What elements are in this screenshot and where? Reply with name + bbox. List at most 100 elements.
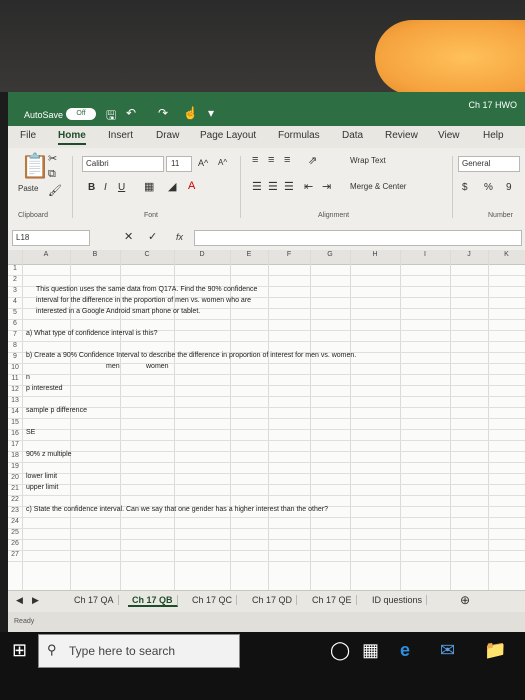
cell-women-header[interactable]: women xyxy=(146,363,169,370)
sheet-tab-id-questions[interactable]: ID questions xyxy=(368,595,428,605)
tab-draw[interactable]: Draw xyxy=(156,130,179,141)
column-header-i[interactable]: I xyxy=(400,251,450,258)
redo-icon[interactable]: ↷ xyxy=(158,106,168,120)
touch-mode-icon[interactable]: ☝ xyxy=(183,106,198,120)
sheet-tab-ch17qb[interactable]: Ch 17 QB xyxy=(128,595,178,607)
font-size-select[interactable]: 11 xyxy=(166,156,192,172)
currency-button[interactable]: $ xyxy=(462,182,468,193)
align-middle-icon[interactable]: ≡ xyxy=(268,154,274,166)
row-header-1[interactable]: 1 xyxy=(8,265,22,272)
worksheet-grid[interactable]: ABCDEFGHIJK 1 2 3 4 5 6 7 8 9 10 11 12 13 14 15 16 17 18 1… xyxy=(8,250,525,590)
sheet-tab-ch17qa[interactable]: Ch 17 QA xyxy=(70,595,119,605)
row-header-23[interactable]: 23 xyxy=(8,507,22,514)
autosave-toggle[interactable]: Off xyxy=(66,108,96,120)
copy-icon[interactable]: ⧉ xyxy=(48,168,56,181)
row-header-22[interactable]: 22 xyxy=(8,496,22,503)
merge-center-button[interactable]: Merge & Center xyxy=(350,182,406,191)
tab-formulas[interactable]: Formulas xyxy=(278,130,320,141)
tab-review[interactable]: Review xyxy=(385,130,418,141)
paste-icon[interactable]: 📋 xyxy=(20,152,50,181)
comma-button[interactable]: 9 xyxy=(506,182,512,193)
align-bottom-icon[interactable]: ≡ xyxy=(284,154,290,166)
increase-font-size-button[interactable]: A^ xyxy=(198,158,208,168)
mail-icon[interactable]: ✉ xyxy=(440,640,455,661)
bold-button[interactable]: B xyxy=(88,182,95,193)
row-header-11[interactable]: 11 xyxy=(8,375,22,382)
row-header-18[interactable]: 18 xyxy=(8,452,22,459)
column-header-b[interactable]: B xyxy=(70,251,120,258)
scroll-left-icon[interactable]: ◀ xyxy=(16,595,23,606)
column-header-a[interactable]: A xyxy=(22,251,70,258)
column-header-j[interactable]: J xyxy=(450,251,488,258)
tab-help[interactable]: Help xyxy=(483,130,504,141)
enter-icon[interactable]: ✓ xyxy=(148,230,157,243)
quick-access-dropdown-icon[interactable]: ▾ xyxy=(208,106,214,120)
name-box[interactable]: L18 xyxy=(12,230,90,246)
tab-page-layout[interactable]: Page Layout xyxy=(200,130,256,141)
formula-input[interactable] xyxy=(194,230,522,246)
cell-se[interactable]: SE xyxy=(26,429,35,436)
row-header-6[interactable]: 6 xyxy=(8,320,22,327)
row-header-13[interactable]: 13 xyxy=(8,397,22,404)
wrap-text-button[interactable]: Wrap Text xyxy=(350,156,386,165)
column-header-f[interactable]: F xyxy=(268,251,310,258)
row-header-26[interactable]: 26 xyxy=(8,540,22,547)
sheet-tab-ch17qe[interactable]: Ch 17 QE xyxy=(308,595,357,605)
windows-start-icon[interactable]: ⊞ xyxy=(12,640,27,661)
row-header-5[interactable]: 5 xyxy=(8,309,22,316)
orientation-icon[interactable]: ⇗ xyxy=(308,154,317,167)
format-painter-icon[interactable]: 🖌 xyxy=(48,184,62,197)
row-header-12[interactable]: 12 xyxy=(8,386,22,393)
italic-button[interactable]: I xyxy=(104,182,107,193)
percent-button[interactable]: % xyxy=(484,182,493,193)
cell-part-a[interactable]: a) What type of confidence interval is t… xyxy=(26,330,158,337)
row-header-7[interactable]: 7 xyxy=(8,331,22,338)
tab-data[interactable]: Data xyxy=(342,130,363,141)
column-header-d[interactable]: D xyxy=(174,251,230,258)
decrease-indent-icon[interactable]: ⇤ xyxy=(304,180,313,193)
row-header-9[interactable]: 9 xyxy=(8,353,22,360)
cortana-icon[interactable]: ◯ xyxy=(330,640,350,661)
row-header-21[interactable]: 21 xyxy=(8,485,22,492)
file-explorer-icon[interactable]: 📁 xyxy=(484,640,506,661)
column-header-g[interactable]: G xyxy=(310,251,350,258)
add-sheet-icon[interactable]: ⊕ xyxy=(460,593,470,607)
paste-label[interactable]: Paste xyxy=(18,184,38,193)
sheet-tab-ch17qc[interactable]: Ch 17 QC xyxy=(188,595,238,605)
row-header-19[interactable]: 19 xyxy=(8,463,22,470)
tab-file[interactable]: File xyxy=(20,130,36,141)
row-header-20[interactable]: 20 xyxy=(8,474,22,481)
decrease-font-size-button[interactable]: A^ xyxy=(218,158,227,167)
insert-function-button[interactable]: fx xyxy=(176,232,183,242)
cell-p-interested[interactable]: p interested xyxy=(26,385,63,392)
cell-question-line-1[interactable]: This question uses the same data from Q1… xyxy=(36,286,257,293)
cell-upper-limit[interactable]: upper limit xyxy=(26,484,58,491)
cell-z-multiple[interactable]: 90% z multiple xyxy=(26,451,72,458)
row-header-27[interactable]: 27 xyxy=(8,551,22,558)
column-header-e[interactable]: E xyxy=(230,251,268,258)
underline-button[interactable]: U xyxy=(118,182,125,193)
column-header-c[interactable]: C xyxy=(120,251,174,258)
row-header-10[interactable]: 10 xyxy=(8,364,22,371)
cell-part-c[interactable]: c) State the confidence interval. Can we… xyxy=(26,506,328,513)
column-header-h[interactable]: H xyxy=(350,251,400,258)
cell-men-header[interactable]: men xyxy=(106,363,120,370)
edge-browser-icon[interactable]: e xyxy=(400,640,410,661)
cancel-icon[interactable]: ✕ xyxy=(124,230,133,243)
cell-n[interactable]: n xyxy=(26,374,30,381)
save-icon[interactable]: 🖫 xyxy=(106,106,116,127)
row-header-25[interactable]: 25 xyxy=(8,529,22,536)
scroll-right-icon[interactable]: ▶ xyxy=(32,595,39,606)
tab-insert[interactable]: Insert xyxy=(108,130,133,141)
align-right-icon[interactable]: ☰ xyxy=(284,180,294,193)
row-header-4[interactable]: 4 xyxy=(8,298,22,305)
align-left-icon[interactable]: ☰ xyxy=(252,180,262,193)
align-top-icon[interactable]: ≡ xyxy=(252,154,258,166)
row-header-24[interactable]: 24 xyxy=(8,518,22,525)
row-header-2[interactable]: 2 xyxy=(8,276,22,283)
cell-question-line-2[interactable]: interval for the difference in the propo… xyxy=(36,297,251,304)
row-header-17[interactable]: 17 xyxy=(8,441,22,448)
row-header-8[interactable]: 8 xyxy=(8,342,22,349)
tab-home[interactable]: Home xyxy=(58,130,86,145)
borders-icon[interactable]: ▦ xyxy=(144,180,154,193)
